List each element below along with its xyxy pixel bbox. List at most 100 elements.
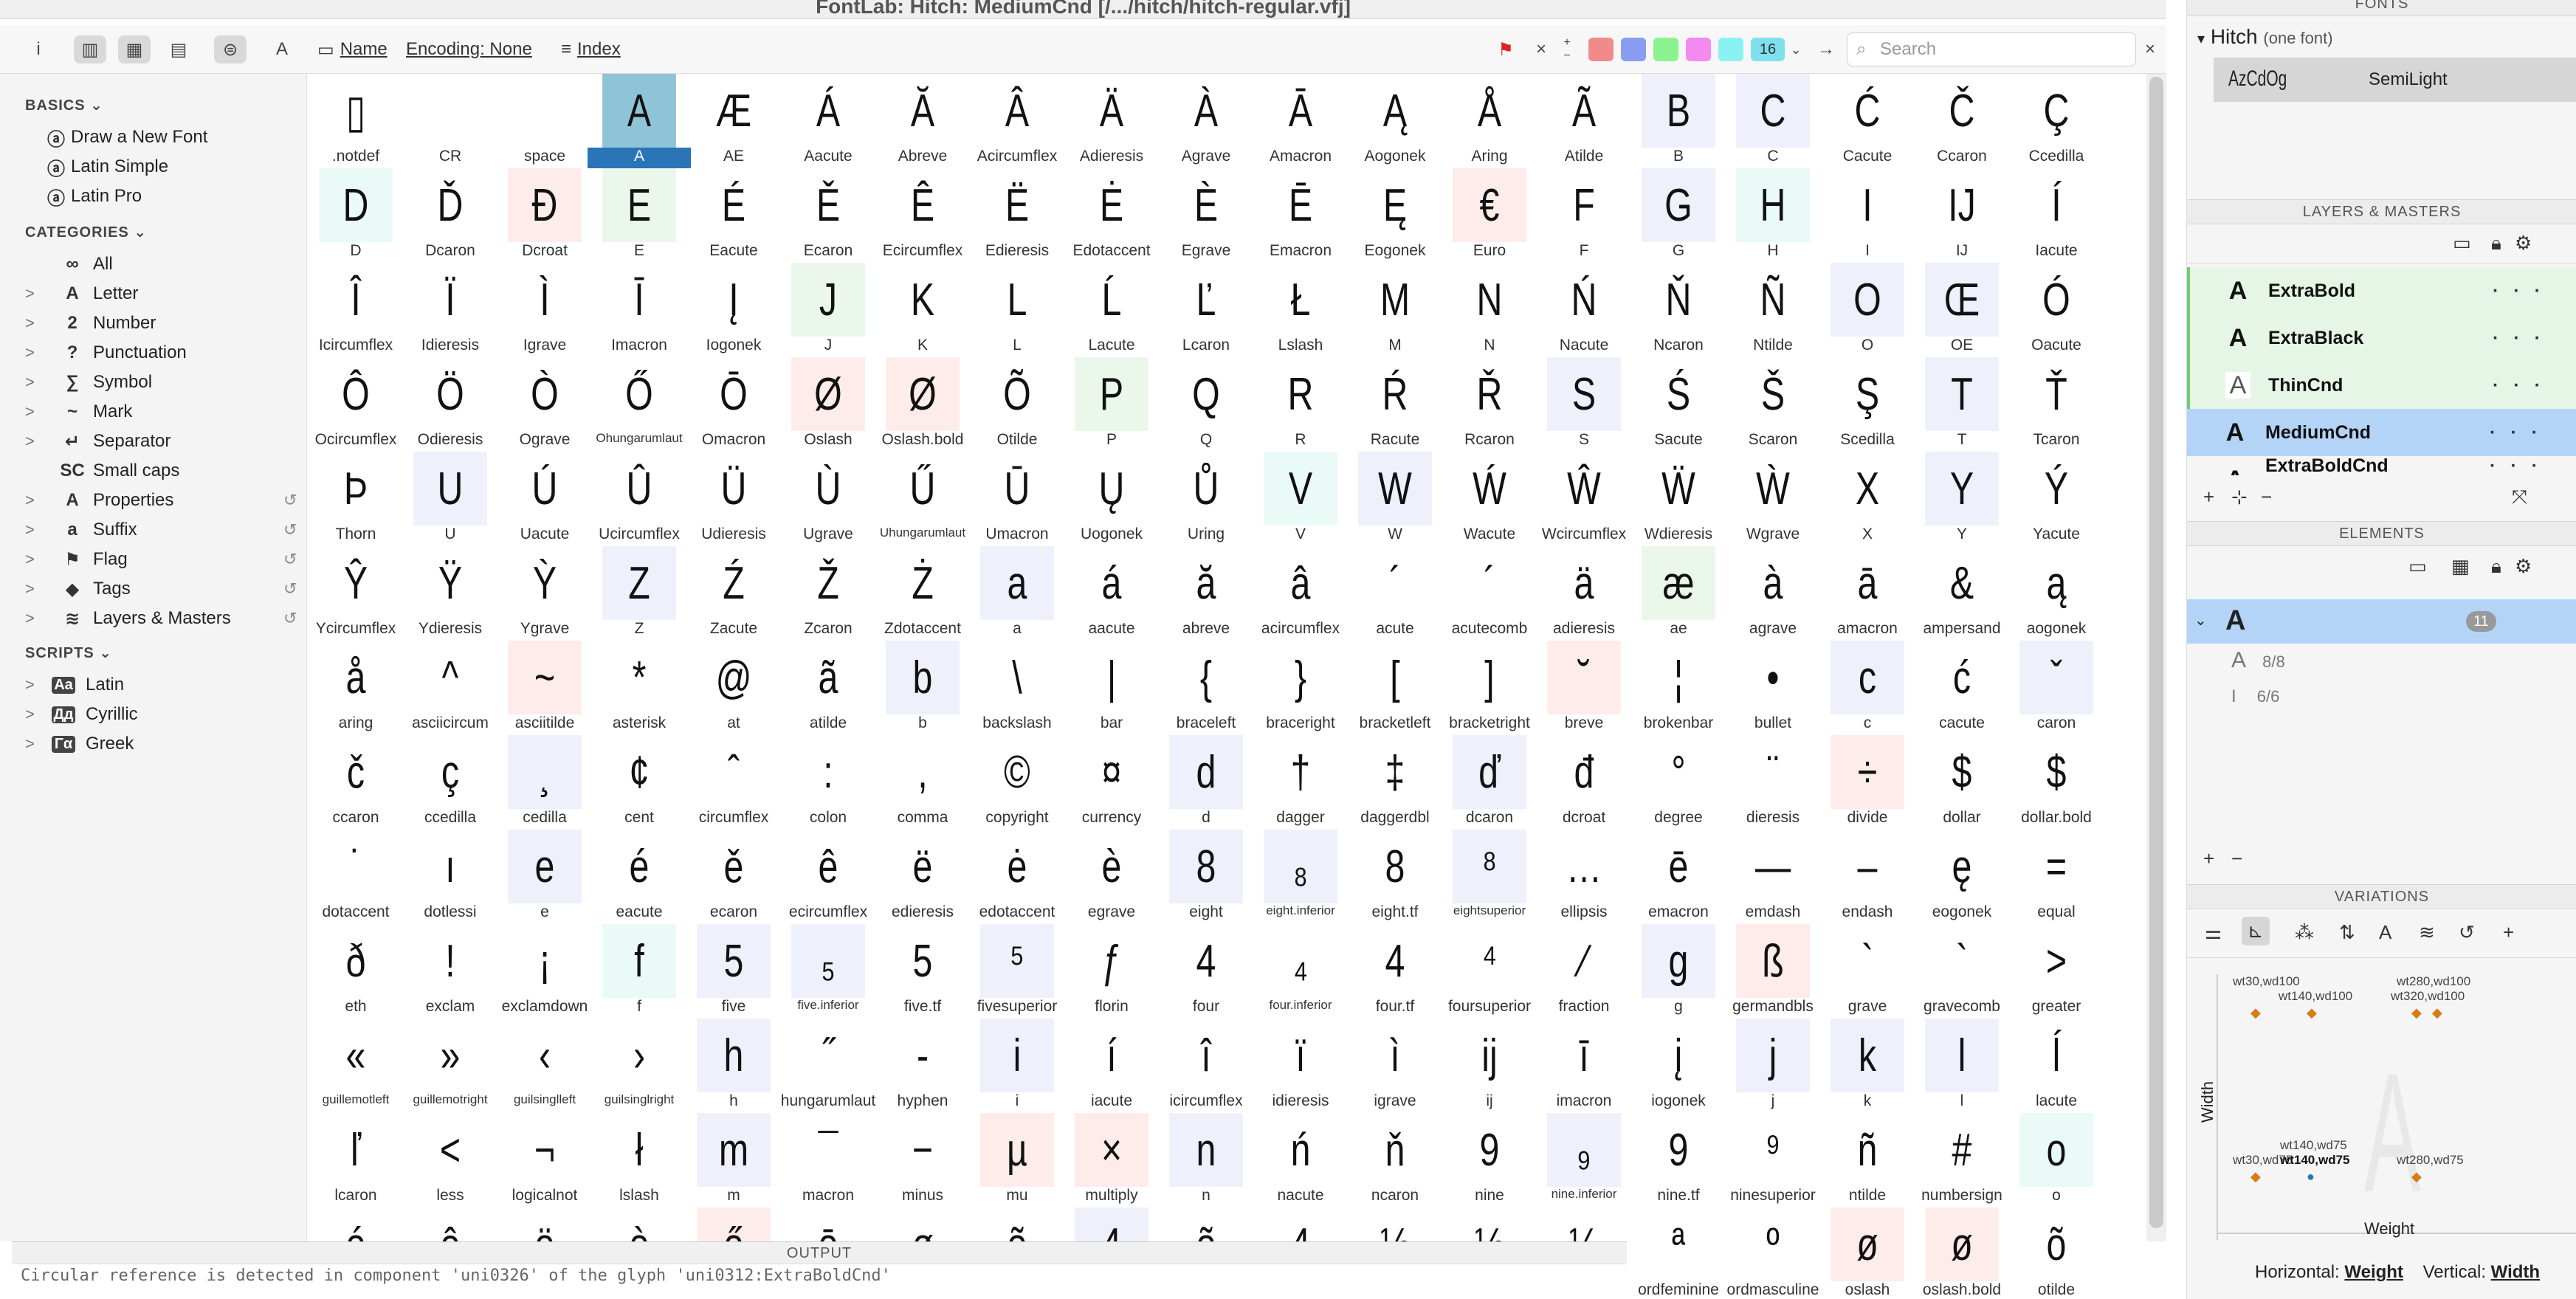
glyph-cell[interactable]: KK — [875, 263, 970, 357]
chevron-right-icon[interactable]: > — [25, 579, 52, 599]
chevron-right-icon[interactable]: > — [25, 402, 52, 421]
glyph-cell[interactable]: Ě Ecaron — [781, 168, 875, 263]
sidebar-item-category[interactable]: > ∑ Symbol — [25, 368, 152, 397]
glyph-cell[interactable]: 5 five.tf — [875, 924, 970, 1019]
chevron-right-icon[interactable]: > — [25, 284, 52, 303]
glyph-cell[interactable]: Į Iogonek — [686, 263, 781, 357]
chevron-right-icon[interactable]: > — [25, 373, 52, 392]
glyph-cell[interactable]: Ā Amacron — [1253, 74, 1348, 168]
glyph-cell[interactable]: Ŵ Wcircumflex — [1537, 452, 1631, 546]
master-row[interactable]: A ThinCnd ··· — [2187, 362, 2576, 409]
glyph-cell[interactable]: å aring — [309, 641, 403, 735]
glyph-cell[interactable]: $ dollar — [1915, 735, 2009, 830]
sidebar-item-script[interactable]: > Γα Greek — [25, 729, 134, 759]
sidebar-item-category[interactable]: >? Punctuation — [25, 338, 187, 368]
scripts-header[interactable]: SCRIPTS ⌄ — [25, 644, 112, 662]
master-row[interactable]: A ExtraBlack ··· — [2187, 314, 2576, 362]
glyph-cell[interactable]: â acircumflex — [1253, 546, 1348, 641]
glyph-cell[interactable]: Ă Abreve — [875, 74, 970, 168]
glyph-cell[interactable]: Á Aacute — [781, 74, 875, 168]
glyph-cell[interactable]: BB — [1631, 74, 1726, 168]
glyph-cell[interactable]: Ł Lslash — [1253, 263, 1348, 357]
glyph-cell[interactable]: Å Aring — [1442, 74, 1537, 168]
glyph-cell[interactable]: ‹ guilsinglleft — [497, 1019, 592, 1113]
glyph-cell[interactable]: 9 nine — [1442, 1113, 1537, 1207]
current-instance-marker[interactable]: ● — [2307, 1169, 2315, 1185]
glyph-cell[interactable]: II — [1820, 168, 1915, 263]
close-search-button[interactable]: × — [2137, 35, 2163, 63]
glyph-cell[interactable]: > greater — [2009, 924, 2102, 1019]
glyph-cell[interactable]: ~ asciitilde — [497, 641, 592, 735]
glyph-cell[interactable]: cc — [1820, 641, 1915, 735]
sidebar-item-category[interactable]: > a Suffix ↺ — [25, 515, 297, 545]
color-swatch-cyan[interactable] — [1718, 38, 1743, 61]
glyph-cell[interactable]: Ü Udieresis — [686, 452, 781, 546]
glyph-cell[interactable]: Í Iacute — [2009, 168, 2102, 263]
glyph-cell[interactable]: Ė Edotaccent — [1064, 168, 1159, 263]
master-options-icon[interactable]: ··· — [2493, 375, 2555, 396]
glyph-cell[interactable]: Ū Umacron — [970, 452, 1064, 546]
glyph-cell[interactable]: ° degree — [1631, 735, 1726, 830]
glyph-cell[interactable]: ˇ caron — [2009, 641, 2102, 735]
glyph-cell[interactable]: Ú Uacute — [497, 452, 592, 546]
remove-element-icon[interactable]: − — [2231, 847, 2242, 870]
master-marker[interactable]: ◆ — [2250, 1005, 2261, 1021]
glyph-cell[interactable]: ę eogonek — [1915, 830, 2009, 924]
glyph-cell[interactable]: RR — [1253, 357, 1348, 452]
glyph-cell[interactable]: $ dollar.bold — [2009, 735, 2102, 830]
glyph-cell[interactable]: ē emacron — [1631, 830, 1726, 924]
glyph-cell[interactable]: Û Ucircumflex — [592, 452, 686, 546]
glyph-cell[interactable]: ⁴ foursuperior — [1442, 924, 1537, 1019]
glyph-cell[interactable]: Ş Scedilla — [1820, 357, 1915, 452]
glyph-cell[interactable]: ee — [497, 830, 592, 924]
sidebar-item-category[interactable]: ∞ All — [25, 249, 112, 279]
glyph-cell[interactable]: ă abreve — [1159, 546, 1253, 641]
glyph-cell[interactable]: € Euro — [1442, 168, 1537, 263]
color-swatch-green[interactable] — [1653, 38, 1678, 61]
glyph-cell[interactable]: Î Icircumflex — [309, 263, 403, 357]
flag-button[interactable]: ⚑ — [1490, 35, 1522, 63]
glyph-cell[interactable]: » guillemotright — [403, 1019, 497, 1113]
remove-master-icon[interactable]: − — [2261, 486, 2272, 509]
master-marker[interactable]: ◆ — [2411, 1169, 2422, 1185]
lock-icon[interactable]: 🔒︎ — [2491, 555, 2501, 579]
glyph-cell[interactable]: ₉ nine.inferior — [1537, 1113, 1631, 1207]
chevron-right-icon[interactable]: > — [25, 609, 52, 628]
glyph-cell[interactable]: @ at — [686, 641, 781, 735]
glyph-cell[interactable]: CR — [403, 74, 497, 168]
glyph-cell[interactable]: ⁄ fraction — [1537, 924, 1631, 1019]
glyph-cell[interactable]: ¡ exclamdown — [497, 924, 592, 1019]
glyph-cell[interactable]: Ř Rcaron — [1442, 357, 1537, 452]
glyph-cell[interactable]: * asterisk — [592, 641, 686, 735]
glyph-cell[interactable]: Ą Aogonek — [1348, 74, 1442, 168]
glyph-cell[interactable]: è egrave — [1064, 830, 1159, 924]
horizontal-value[interactable]: Weight — [2344, 1262, 2403, 1282]
glyph-cell[interactable]: ˝ hungarumlaut — [781, 1019, 875, 1113]
glyph-cell[interactable]: Ľ Lcaron — [1159, 263, 1253, 357]
glyph-cell[interactable]: 9 nine.tf — [1631, 1113, 1726, 1207]
glyph-cell[interactable]: = equal — [2009, 830, 2102, 924]
glyph-cell[interactable]: ⁹ ninesuperior — [1726, 1113, 1820, 1207]
glyph-cell[interactable]: Ō Omacron — [686, 357, 781, 452]
glyph-cell[interactable]: ₅ five.inferior — [781, 924, 875, 1019]
sidebar-item-script[interactable]: > Aa Latin — [25, 670, 124, 700]
add-master-icon[interactable]: + — [2203, 486, 2214, 509]
gear-icon[interactable]: ⚙ — [2515, 555, 2532, 578]
color-swatch-red[interactable] — [1588, 38, 1614, 61]
glyph-cell[interactable]: ii — [970, 1019, 1064, 1113]
categories-header[interactable]: CATEGORIES ⌄ — [25, 223, 147, 241]
glyph-icon[interactable]: A — [2379, 921, 2391, 944]
sidebar-item-category[interactable]: > ≋ Layers & Masters ↺ — [25, 604, 297, 633]
chevron-right-icon[interactable]: > — [25, 343, 52, 362]
glyph-cell[interactable]: ´ acute — [1348, 546, 1442, 641]
glyph-cell[interactable]: ê ecircumflex — [781, 830, 875, 924]
reset-icon[interactable]: ↺ — [283, 520, 297, 540]
master-options-icon[interactable]: ··· — [2490, 422, 2552, 444]
glyph-cell[interactable]: Ń Nacute — [1537, 263, 1631, 357]
master-options-icon[interactable]: ··· — [2493, 280, 2555, 302]
glyph-cell[interactable]: ¤ currency — [1064, 735, 1159, 830]
lock-icon[interactable]: 🔒︎ — [2491, 232, 2501, 255]
glyph-cell[interactable]: JJ — [781, 263, 875, 357]
glyph-cell[interactable]: SS — [1537, 357, 1631, 452]
chevron-right-icon[interactable]: > — [25, 520, 52, 540]
